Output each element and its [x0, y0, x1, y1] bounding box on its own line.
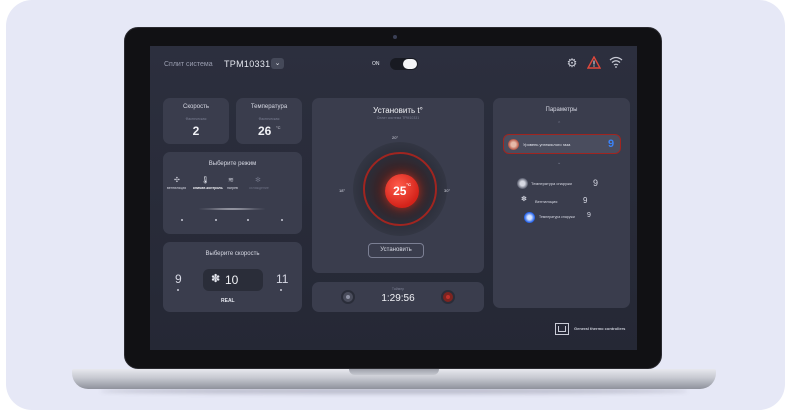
speed-card-title: Скорость — [183, 104, 209, 110]
mode-label-cool: охлаждение — [249, 186, 269, 190]
param-row-co2[interactable]: Уровень углекислого газа 9 — [503, 134, 621, 154]
temperature-card-title: Температура — [250, 104, 288, 110]
set-temperature-button[interactable]: Установить — [368, 243, 424, 258]
timer-panel: Таймер 1:29:56 — [312, 282, 484, 312]
fan-icon[interactable]: ✣ — [174, 176, 180, 184]
param-label: Уровень углекислого газа — [523, 142, 571, 147]
temperature-card: Температура Фактическая 26 °C — [236, 98, 302, 144]
dial-label-left: 18° — [339, 188, 346, 193]
param-value: 9 — [587, 212, 591, 219]
timer-value: 1:29:56 — [381, 293, 415, 304]
stop-button[interactable] — [441, 290, 455, 304]
param-label: Температура снаружи — [531, 181, 572, 186]
temperature-card-sub: Фактическая — [258, 117, 280, 121]
setpoint-core: 25°C — [385, 174, 419, 208]
warning-icon[interactable] — [586, 55, 602, 70]
setpoint-title: Установить t° — [373, 106, 423, 115]
param-row-outside-temp[interactable]: Температура снаружи 9 — [503, 174, 621, 194]
chevron-down-icon: ⌄ — [274, 60, 281, 67]
brand-logo — [555, 323, 569, 335]
brand-name: General thermo controllers — [574, 326, 626, 331]
param-label: Вентиляция — [535, 199, 558, 204]
snowflake-icon[interactable]: ✻ — [255, 176, 261, 184]
setpoint-value: 25 — [393, 184, 407, 198]
speed-card-value: 2 — [192, 124, 200, 138]
thermometer-icon[interactable]: 🌡 — [201, 176, 210, 184]
app-title: Сплит система — [164, 61, 213, 68]
wifi-icon[interactable] — [609, 56, 623, 70]
temperature-card-unit: °C — [276, 125, 281, 130]
speed-next[interactable]: 11 — [276, 272, 288, 286]
speed-prev[interactable]: 9 — [175, 272, 182, 286]
avatar — [508, 139, 519, 150]
speed-current: 10 — [225, 273, 239, 287]
chevron-up-icon[interactable]: ⌃ — [557, 121, 561, 127]
power-label: ON — [372, 61, 380, 67]
parameters-panel: Параметры ⌃ Уровень углекислого газа 9 ⌄… — [493, 98, 630, 308]
param-label: Температура снаружи — [539, 215, 575, 219]
mode-label-heat: нагрев — [227, 186, 238, 190]
mode-label-climate: климат-контроль — [193, 186, 223, 190]
fan-icon: ✽ — [211, 273, 221, 285]
param-row-outside-temp-2[interactable]: Температура снаружи 9 — [503, 208, 621, 228]
dial-label-right: 30° — [444, 188, 451, 193]
param-value: 9 — [583, 196, 588, 205]
app-screen: Сплит система TPM10331 ⌄ ON ⚙ Скорость Ф… — [150, 46, 637, 350]
temperature-dial[interactable]: 25°C — [353, 142, 447, 236]
timer-label: Таймер — [391, 287, 405, 291]
setpoint-subtitle: Сплит система TPM10331 — [376, 116, 420, 120]
avatar — [524, 212, 535, 223]
speed-card-sub: Фактическая — [185, 117, 207, 121]
mode-indicator — [197, 208, 267, 210]
parameters-title: Параметры — [545, 107, 578, 113]
gear-icon[interactable]: ⚙ — [565, 56, 579, 70]
speed-current-box: ✽ 10 — [203, 269, 263, 291]
avatar — [517, 178, 528, 189]
setpoint-unit: °C — [406, 182, 411, 187]
dial-label-top: 20° — [392, 135, 399, 140]
speed-selector-title: Выберите скорость — [205, 251, 260, 257]
setpoint-panel: Установить t° Сплит система TPM10331 25°… — [312, 98, 484, 273]
chevron-down-icon[interactable]: ⌄ — [557, 160, 561, 166]
speed-caption: REAL — [221, 298, 235, 304]
heat-icon[interactable]: ≋ — [228, 176, 234, 184]
fan-icon: ✽ — [521, 196, 527, 203]
power-toggle[interactable] — [390, 58, 418, 70]
device-model: TPM10331 — [224, 59, 271, 69]
speed-selector-panel: Выберите скорость 9 ✽ 10 REAL 11 — [163, 242, 302, 312]
camera — [393, 35, 397, 39]
model-dropdown-button[interactable]: ⌄ — [271, 58, 284, 69]
mode-label-ventilation: вентиляция — [167, 186, 187, 190]
speed-card: Скорость Фактическая 2 — [163, 98, 229, 144]
mode-panel: Выберите режим ✣ 🌡 ≋ ✻ вентиляция климат… — [163, 152, 302, 234]
param-value: 9 — [608, 138, 615, 150]
mode-panel-title: Выберите режим — [208, 161, 257, 167]
param-value: 9 — [593, 178, 599, 188]
temperature-card-value: 26 — [258, 124, 272, 138]
